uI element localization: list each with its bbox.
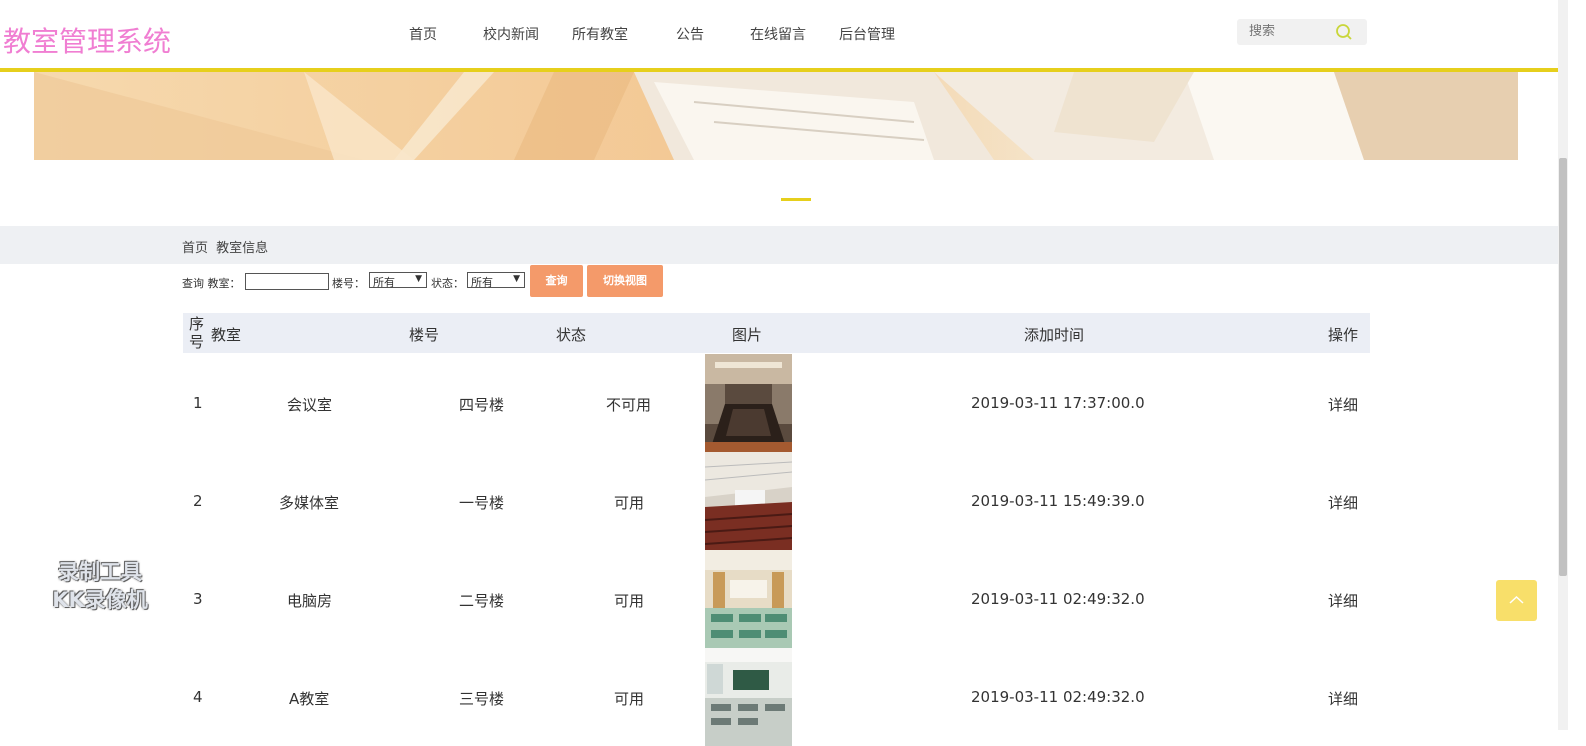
recorder-watermark: 录制工具 KK录像机 (30, 558, 170, 614)
status-select-value: 所有 (471, 276, 493, 289)
status-value: 不可用 (606, 396, 652, 414)
classroom-photo (705, 550, 792, 648)
site-logo[interactable]: 教室管理系统 (3, 20, 171, 60)
added-time: 2019-03-11 02:49:32.0 (971, 688, 1145, 706)
status-select[interactable]: 所有 ▼ (467, 272, 525, 289)
classroom-photo (705, 354, 792, 452)
status-value: 可用 (614, 494, 645, 512)
col-image: 图片 (732, 326, 763, 344)
added-time: 2019-03-11 15:49:39.0 (971, 492, 1145, 510)
classroom-query-label: 查询 教室： (182, 277, 241, 290)
col-room: 教室 (211, 326, 242, 344)
row-number: 2 (193, 492, 203, 510)
building-label: 楼号： (332, 277, 365, 290)
nav-home[interactable]: 首页 (409, 24, 437, 44)
added-time: 2019-03-11 02:49:32.0 (971, 590, 1145, 608)
back-to-top-button[interactable] (1496, 580, 1537, 621)
arrow-up-icon (1509, 595, 1524, 604)
query-button[interactable]: 查询 (530, 265, 583, 297)
row-number: 1 (193, 394, 203, 412)
room-name: 电脑房 (287, 592, 333, 610)
detail-link[interactable]: 详细 (1328, 590, 1358, 611)
table-header: 序号 教室 楼号 状态 图片 添加时间 操作 (183, 313, 1370, 353)
col-building: 楼号 (409, 326, 440, 344)
classroom-search-field[interactable] (245, 273, 329, 290)
col-added-time: 添加时间 (1024, 326, 1085, 344)
status-label: 状态： (431, 277, 464, 290)
classroom-photo (705, 452, 792, 550)
table-row: 2 多媒体室 一号楼 可用 2019-03-11 15:49:39.0 详细 (183, 452, 1370, 550)
row-number: 4 (193, 688, 203, 706)
added-time: 2019-03-11 17:37:00.0 (971, 394, 1145, 412)
building-name: 四号楼 (459, 396, 505, 414)
nav-admin[interactable]: 后台管理 (839, 24, 895, 44)
col-actions: 操作 (1328, 326, 1359, 344)
room-name: 多媒体室 (279, 494, 340, 512)
building-name: 二号楼 (459, 592, 505, 610)
search-input[interactable] (1249, 24, 1329, 39)
building-name: 三号楼 (459, 690, 505, 708)
classroom-photo (705, 648, 792, 746)
building-name: 一号楼 (459, 494, 505, 512)
filter-bar: 查询 教室： 楼号： 所有 ▼ 状态： 所有 ▼ 查询 切换视图 (182, 265, 682, 297)
page-scrollbar[interactable] (1558, 0, 1568, 730)
breadcrumb-bar: 首页 教室信息 (0, 226, 1558, 264)
breadcrumb-home[interactable]: 首页 (182, 241, 208, 256)
search-icon[interactable] (1335, 23, 1353, 41)
room-name: A教室 (289, 690, 330, 708)
section-accent-bar (781, 198, 811, 201)
table-row: 1 会议室 四号楼 不可用 2019-03-11 17:37:00.0 详细 (183, 354, 1370, 452)
status-value: 可用 (614, 592, 645, 610)
chevron-down-icon: ▼ (513, 274, 520, 284)
status-value: 可用 (614, 690, 645, 708)
col-no: 序号 (189, 315, 205, 351)
building-select-value: 所有 (373, 276, 395, 289)
top-header: 教室管理系统 首页 校内新闻 所有教室 公告 在线留言 后台管理 (0, 0, 1558, 68)
nav-campus-news[interactable]: 校内新闻 (483, 24, 539, 44)
detail-link[interactable]: 详细 (1328, 394, 1358, 415)
banner-image (34, 72, 1518, 160)
row-number: 3 (193, 590, 203, 608)
watermark-line-2: KK录像机 (52, 588, 148, 612)
table-row: 4 A教室 三号楼 可用 2019-03-11 02:49:32.0 详细 (183, 648, 1370, 746)
table-row: 3 电脑房 二号楼 可用 2019-03-11 02:49:32.0 详细 (183, 550, 1370, 648)
search-box (1237, 19, 1367, 45)
scrollbar-thumb[interactable] (1559, 158, 1567, 576)
room-name: 会议室 (287, 396, 333, 414)
breadcrumb: 首页 教室信息 (182, 237, 272, 256)
breadcrumb-current: 教室信息 (216, 241, 269, 256)
chevron-down-icon: ▼ (415, 274, 422, 284)
nav-notices[interactable]: 公告 (676, 24, 704, 44)
nav-all-classrooms[interactable]: 所有教室 (572, 24, 628, 44)
watermark-line-1: 录制工具 (58, 560, 142, 584)
col-status: 状态 (556, 326, 587, 344)
switch-view-button[interactable]: 切换视图 (587, 265, 663, 297)
detail-link[interactable]: 详细 (1328, 492, 1358, 513)
detail-link[interactable]: 详细 (1328, 688, 1358, 709)
nav-messages[interactable]: 在线留言 (750, 24, 806, 44)
building-select[interactable]: 所有 ▼ (369, 272, 427, 289)
